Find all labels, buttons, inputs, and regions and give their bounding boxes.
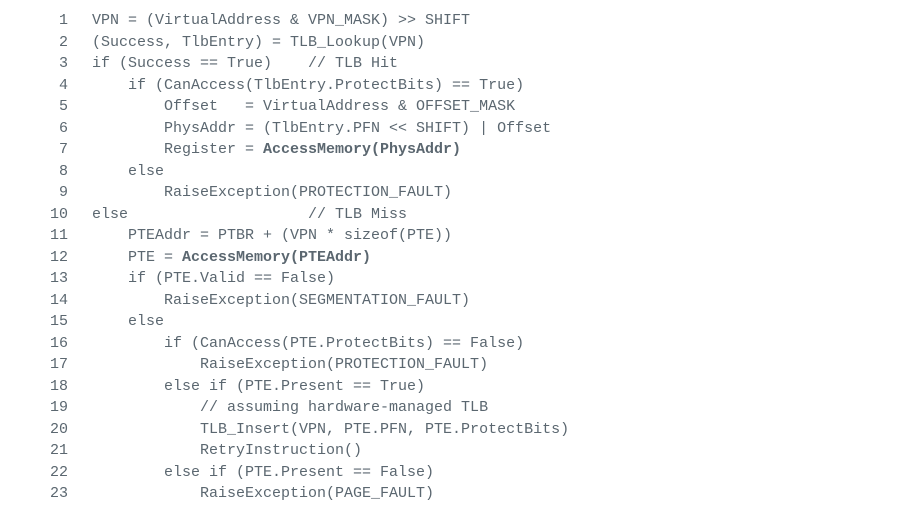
code-segment: Register = [92, 141, 263, 158]
code-segment: if (CanAccess(PTE.ProtectBits) == False) [92, 335, 524, 352]
code-text: else // TLB Miss [92, 204, 903, 226]
code-line: 20 TLB_Insert(VPN, PTE.PFN, PTE.ProtectB… [0, 419, 903, 441]
code-line: 7 Register = AccessMemory(PhysAddr) [0, 139, 903, 161]
code-line: 19 // assuming hardware-managed TLB [0, 397, 903, 419]
code-segment: if (CanAccess(TlbEntry.ProtectBits) == T… [92, 77, 524, 94]
code-text: PTEAddr = PTBR + (VPN * sizeof(PTE)) [92, 225, 903, 247]
code-segment: TLB_Insert(VPN, PTE.PFN, PTE.ProtectBits… [92, 421, 569, 438]
code-line: 21 RetryInstruction() [0, 440, 903, 462]
code-segment: RaiseException(PROTECTION_FAULT) [92, 356, 488, 373]
line-number: 23 [0, 483, 92, 505]
code-segment: else [92, 313, 164, 330]
code-text: RaiseException(PROTECTION_FAULT) [92, 354, 903, 376]
code-text: if (Success == True) // TLB Hit [92, 53, 903, 75]
code-segment: else // TLB Miss [92, 206, 407, 223]
code-text: PhysAddr = (TlbEntry.PFN << SHIFT) | Off… [92, 118, 903, 140]
code-line: 13 if (PTE.Valid == False) [0, 268, 903, 290]
code-text: TLB_Insert(VPN, PTE.PFN, PTE.ProtectBits… [92, 419, 903, 441]
code-text: Register = AccessMemory(PhysAddr) [92, 139, 903, 161]
line-number: 3 [0, 53, 92, 75]
code-text: if (CanAccess(PTE.ProtectBits) == False) [92, 333, 903, 355]
line-number: 22 [0, 462, 92, 484]
line-number: 9 [0, 182, 92, 204]
line-number: 15 [0, 311, 92, 333]
code-text: else if (PTE.Present == False) [92, 462, 903, 484]
code-segment: PTEAddr = PTBR + (VPN * sizeof(PTE)) [92, 227, 452, 244]
line-number: 11 [0, 225, 92, 247]
line-number: 10 [0, 204, 92, 226]
line-number: 21 [0, 440, 92, 462]
code-text: Offset = VirtualAddress & OFFSET_MASK [92, 96, 903, 118]
code-line: 14 RaiseException(SEGMENTATION_FAULT) [0, 290, 903, 312]
code-text: else if (PTE.Present == True) [92, 376, 903, 398]
line-number: 7 [0, 139, 92, 161]
code-segment: RaiseException(PROTECTION_FAULT) [92, 184, 452, 201]
code-line: 15 else [0, 311, 903, 333]
code-line: 11 PTEAddr = PTBR + (VPN * sizeof(PTE)) [0, 225, 903, 247]
line-number: 14 [0, 290, 92, 312]
code-text: RaiseException(PAGE_FAULT) [92, 483, 903, 505]
line-number: 6 [0, 118, 92, 140]
code-text: PTE = AccessMemory(PTEAddr) [92, 247, 903, 269]
line-number: 5 [0, 96, 92, 118]
line-number: 20 [0, 419, 92, 441]
code-listing: 1VPN = (VirtualAddress & VPN_MASK) >> SH… [0, 0, 903, 513]
code-segment: if (Success == True) // TLB Hit [92, 55, 398, 72]
code-text: RaiseException(SEGMENTATION_FAULT) [92, 290, 903, 312]
code-segment: else if (PTE.Present == True) [92, 378, 425, 395]
code-line: 10else // TLB Miss [0, 204, 903, 226]
code-text: // assuming hardware-managed TLB [92, 397, 903, 419]
code-segment: RaiseException(SEGMENTATION_FAULT) [92, 292, 470, 309]
line-number: 1 [0, 10, 92, 32]
code-text: RaiseException(PROTECTION_FAULT) [92, 182, 903, 204]
code-text: else [92, 161, 903, 183]
line-number: 17 [0, 354, 92, 376]
code-text: else [92, 311, 903, 333]
line-number: 13 [0, 268, 92, 290]
code-segment: else [92, 163, 164, 180]
code-line: 1VPN = (VirtualAddress & VPN_MASK) >> SH… [0, 10, 903, 32]
code-line: 6 PhysAddr = (TlbEntry.PFN << SHIFT) | O… [0, 118, 903, 140]
code-segment: RetryInstruction() [92, 442, 362, 459]
code-line: 17 RaiseException(PROTECTION_FAULT) [0, 354, 903, 376]
code-segment: else if (PTE.Present == False) [92, 464, 434, 481]
code-line: 9 RaiseException(PROTECTION_FAULT) [0, 182, 903, 204]
code-line: 3if (Success == True) // TLB Hit [0, 53, 903, 75]
line-number: 12 [0, 247, 92, 269]
code-segment: VPN = (VirtualAddress & VPN_MASK) >> SHI… [92, 12, 470, 29]
code-line: 8 else [0, 161, 903, 183]
code-bold-segment: AccessMemory(PTEAddr) [182, 249, 371, 266]
code-line: 16 if (CanAccess(PTE.ProtectBits) == Fal… [0, 333, 903, 355]
line-number: 4 [0, 75, 92, 97]
line-number: 8 [0, 161, 92, 183]
code-text: if (PTE.Valid == False) [92, 268, 903, 290]
code-line: 12 PTE = AccessMemory(PTEAddr) [0, 247, 903, 269]
code-line: 5 Offset = VirtualAddress & OFFSET_MASK [0, 96, 903, 118]
line-number: 16 [0, 333, 92, 355]
line-number: 19 [0, 397, 92, 419]
line-number: 18 [0, 376, 92, 398]
code-line: 22 else if (PTE.Present == False) [0, 462, 903, 484]
code-line: 23 RaiseException(PAGE_FAULT) [0, 483, 903, 505]
code-text: VPN = (VirtualAddress & VPN_MASK) >> SHI… [92, 10, 903, 32]
code-segment: if (PTE.Valid == False) [92, 270, 335, 287]
code-bold-segment: AccessMemory(PhysAddr) [263, 141, 461, 158]
code-text: RetryInstruction() [92, 440, 903, 462]
code-segment: (Success, TlbEntry) = TLB_Lookup(VPN) [92, 34, 425, 51]
code-line: 2(Success, TlbEntry) = TLB_Lookup(VPN) [0, 32, 903, 54]
code-segment: RaiseException(PAGE_FAULT) [92, 485, 434, 502]
code-segment: Offset = VirtualAddress & OFFSET_MASK [92, 98, 515, 115]
code-segment: // assuming hardware-managed TLB [92, 399, 488, 416]
code-segment: PTE = [92, 249, 182, 266]
code-line: 4 if (CanAccess(TlbEntry.ProtectBits) ==… [0, 75, 903, 97]
code-text: if (CanAccess(TlbEntry.ProtectBits) == T… [92, 75, 903, 97]
code-text: (Success, TlbEntry) = TLB_Lookup(VPN) [92, 32, 903, 54]
line-number: 2 [0, 32, 92, 54]
code-line: 18 else if (PTE.Present == True) [0, 376, 903, 398]
code-segment: PhysAddr = (TlbEntry.PFN << SHIFT) | Off… [92, 120, 551, 137]
